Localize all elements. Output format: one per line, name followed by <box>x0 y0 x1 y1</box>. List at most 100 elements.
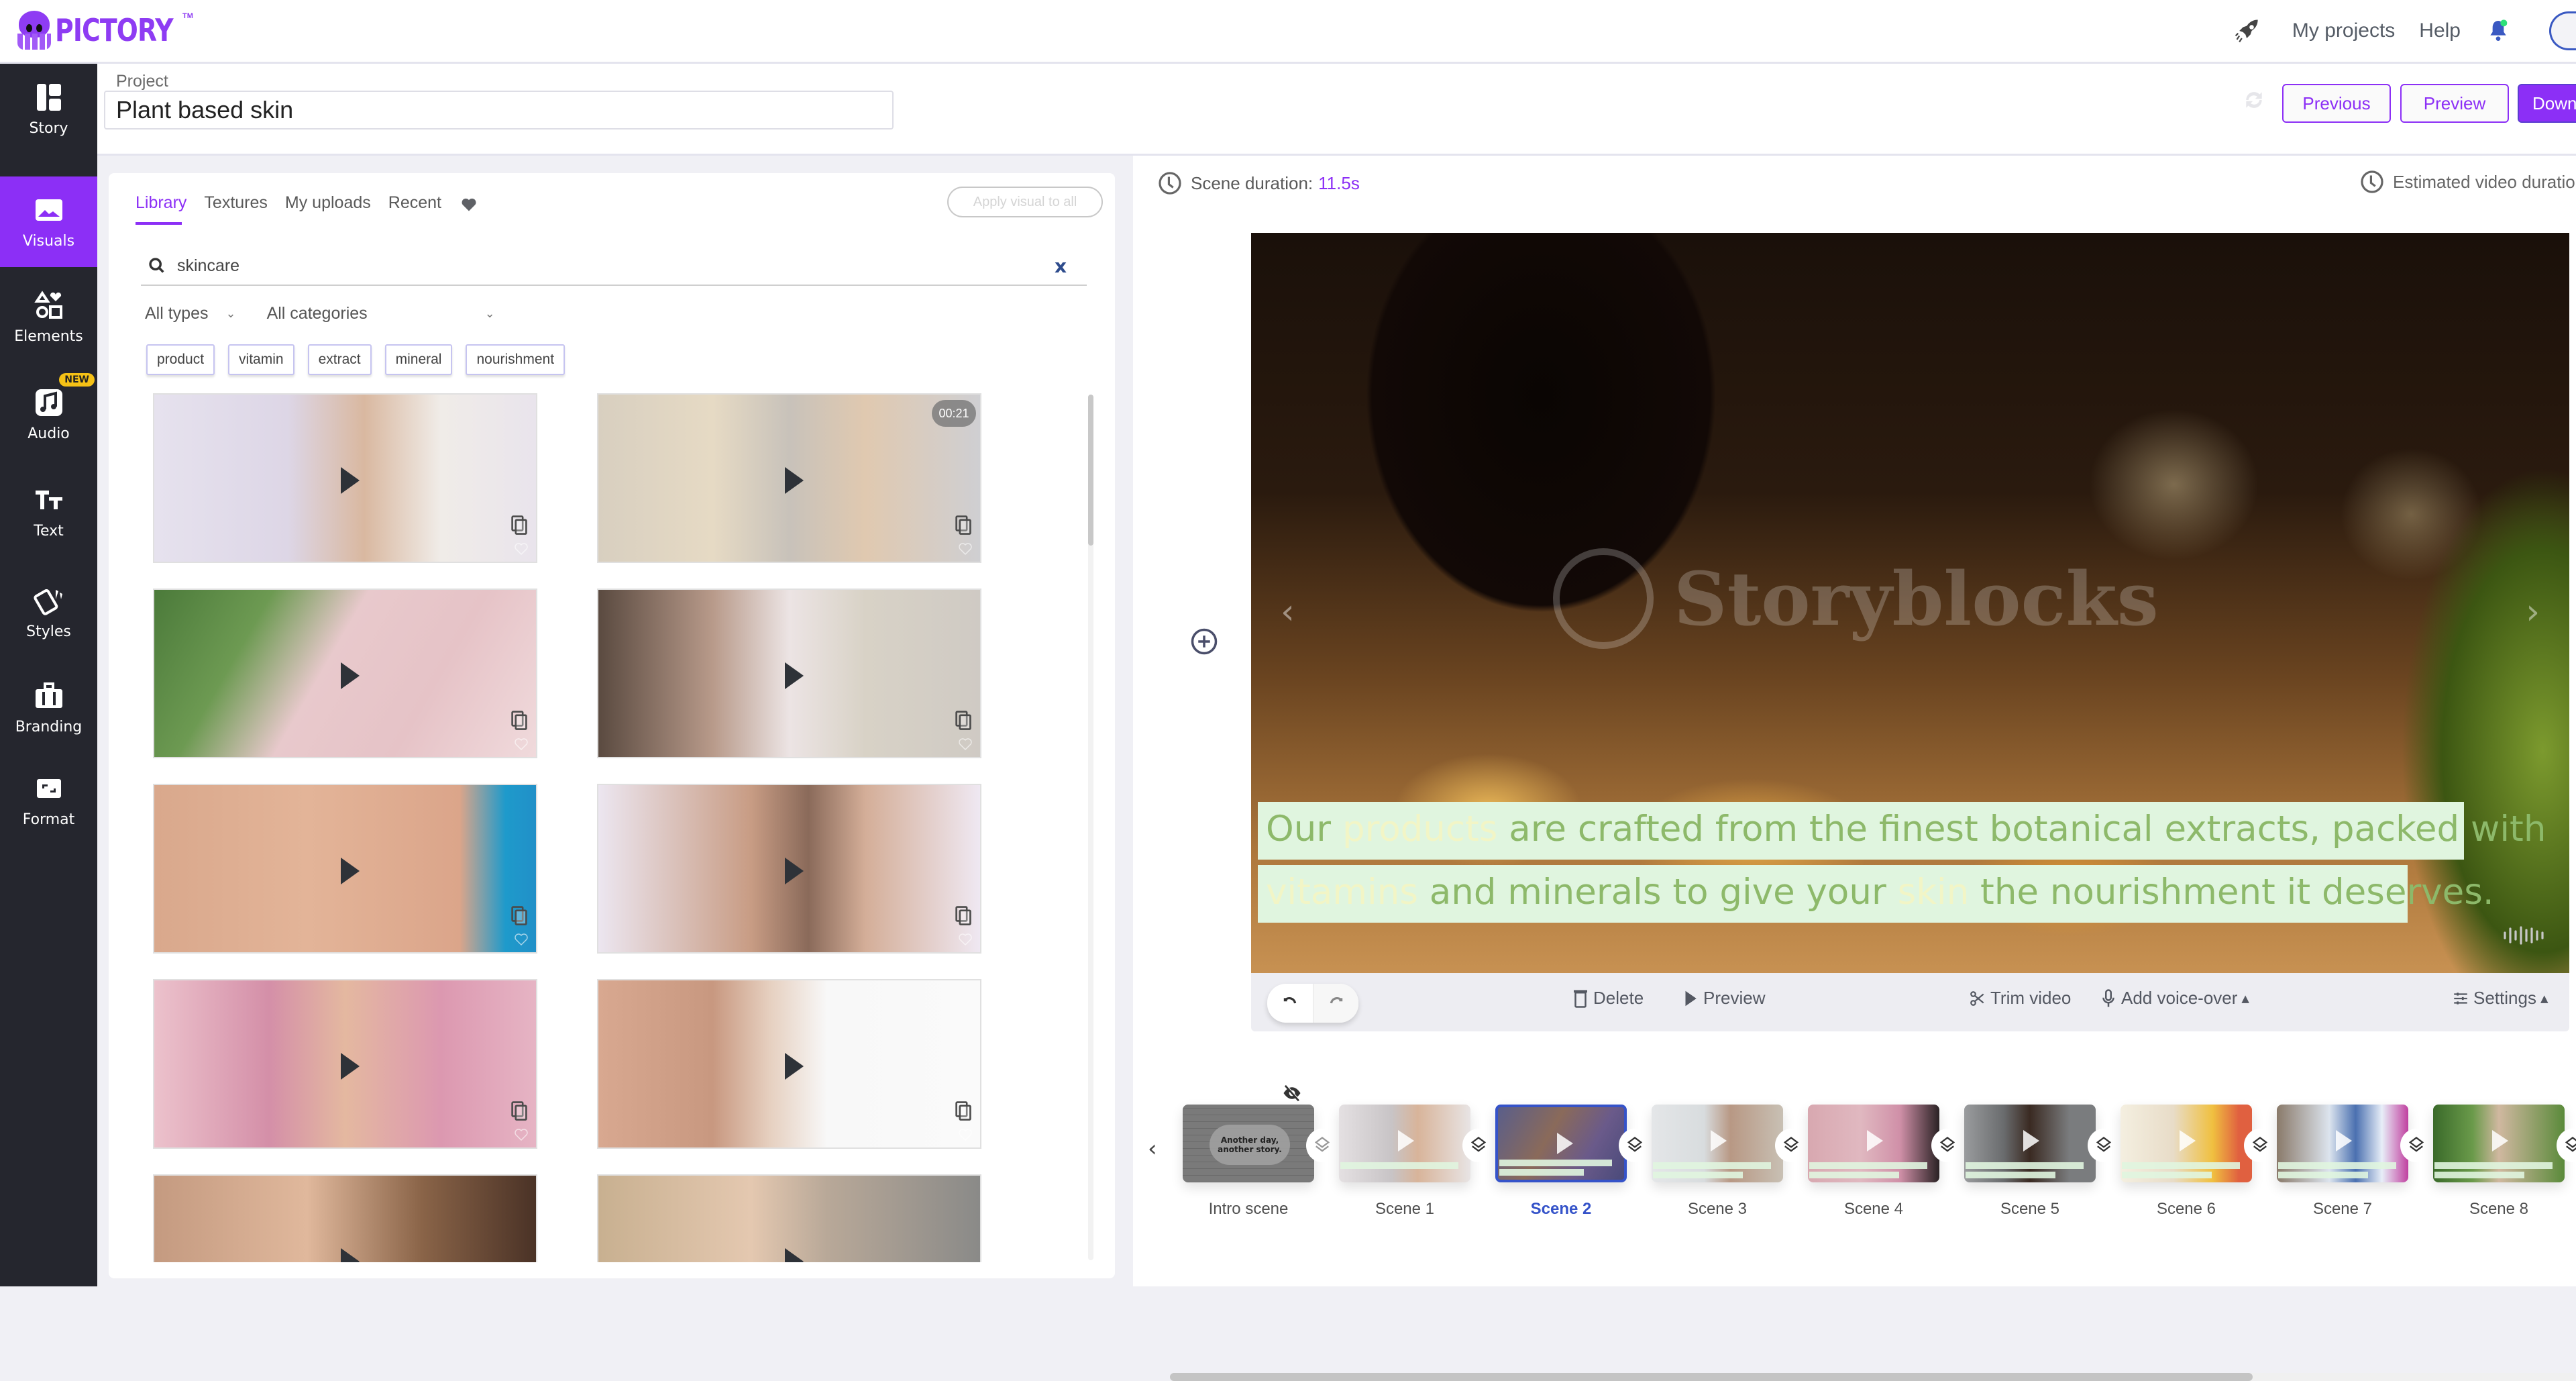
tab-recent[interactable]: Recent <box>388 193 441 225</box>
results-scrollbar[interactable] <box>1088 395 1093 1260</box>
download-button[interactable]: Download <box>2518 84 2576 123</box>
scene-settings-button[interactable]: Settings ▲ <box>2452 988 2548 1009</box>
transition-layers-button[interactable] <box>2400 1129 2432 1162</box>
copy-icon[interactable] <box>511 515 528 535</box>
visual-result-thumbnail[interactable] <box>153 589 537 758</box>
transition-layers-button[interactable] <box>1775 1129 1807 1162</box>
visual-result-thumbnail[interactable] <box>597 784 981 954</box>
scene-thumbnail[interactable] <box>1808 1105 1939 1182</box>
undo-button[interactable] <box>1267 984 1313 1023</box>
heart-icon[interactable] <box>513 735 529 752</box>
copy-icon[interactable] <box>955 515 972 535</box>
tag-chip[interactable]: vitamin <box>228 344 294 375</box>
scene-thumbnail[interactable]: Another day, another story. <box>1183 1105 1314 1182</box>
apply-visual-to-all-button[interactable]: Apply visual to all <box>947 187 1103 217</box>
scene-thumbnail[interactable] <box>2277 1105 2408 1182</box>
timeline-scene[interactable]: Scene 3 <box>1652 1105 1783 1219</box>
play-icon[interactable] <box>341 467 360 494</box>
pictory-logo[interactable]: PICTORY TM <box>15 9 199 51</box>
heart-icon[interactable] <box>513 540 529 556</box>
visual-result-thumbnail[interactable] <box>153 393 537 563</box>
copy-icon[interactable] <box>955 710 972 730</box>
scene-thumbnail[interactable] <box>2433 1105 2565 1182</box>
play-icon[interactable] <box>341 1248 360 1262</box>
timeline-scene[interactable]: Another day, another story. Intro scene <box>1183 1105 1314 1219</box>
sidebar-item-styles[interactable]: Styles <box>0 567 97 658</box>
previous-button[interactable]: Previous <box>2282 84 2391 123</box>
timeline-scene[interactable]: Scene 7 <box>2277 1105 2408 1219</box>
play-icon[interactable] <box>785 1248 804 1262</box>
transition-layers-button[interactable] <box>1619 1129 1651 1162</box>
bell-icon[interactable] <box>2485 17 2512 44</box>
timeline-scrollbar[interactable] <box>1170 1373 2576 1381</box>
preview-scene-button[interactable]: Preview <box>1682 988 1765 1009</box>
play-icon[interactable] <box>2492 1130 2508 1152</box>
copy-icon[interactable] <box>511 710 528 730</box>
play-icon[interactable] <box>1557 1133 1573 1154</box>
trim-video-button[interactable]: Trim video <box>1969 988 2071 1009</box>
tab-library[interactable]: Library <box>136 193 186 225</box>
copy-icon[interactable] <box>511 905 528 925</box>
sidebar-item-branding[interactable]: Branding <box>0 662 97 753</box>
visual-result-thumbnail[interactable]: 00:21 <box>597 393 981 563</box>
play-icon[interactable] <box>1867 1130 1883 1152</box>
timeline-scene[interactable]: Scene 8 <box>2433 1105 2565 1219</box>
timeline-scene[interactable]: Scene 6 <box>2121 1105 2252 1219</box>
previous-visual-arrow-icon[interactable]: ‹ <box>1281 592 1295 632</box>
timeline-scene[interactable]: Scene 5 <box>1964 1105 2096 1219</box>
rocket-icon[interactable] <box>2233 16 2263 46</box>
visual-result-thumbnail[interactable] <box>153 979 537 1149</box>
copy-icon[interactable] <box>511 1101 528 1121</box>
scene-caption[interactable]: Our products are crafted from the finest… <box>1258 802 2546 923</box>
heart-icon[interactable] <box>513 1126 529 1142</box>
sidebar-item-format[interactable]: Format <box>0 755 97 846</box>
play-icon[interactable] <box>1711 1130 1727 1152</box>
heart-icon[interactable] <box>957 1126 973 1142</box>
scene-thumbnail[interactable] <box>1964 1105 2096 1182</box>
play-icon[interactable] <box>2180 1130 2196 1152</box>
play-icon[interactable] <box>2023 1130 2039 1152</box>
sidebar-item-story[interactable]: Story <box>0 64 97 154</box>
transition-layers-button[interactable] <box>2244 1129 2276 1162</box>
scene-thumbnail[interactable] <box>1652 1105 1783 1182</box>
tab-my-uploads[interactable]: My uploads <box>285 193 371 225</box>
heart-icon[interactable] <box>513 931 529 947</box>
clear-search-icon[interactable]: x <box>1055 255 1067 277</box>
eye-slash-icon[interactable] <box>1281 1083 1303 1103</box>
play-icon[interactable] <box>785 662 804 689</box>
copy-icon[interactable] <box>955 905 972 925</box>
refresh-icon[interactable] <box>2241 87 2267 113</box>
my-projects-link[interactable]: My projects <box>2292 19 2395 42</box>
heart-icon[interactable] <box>957 735 973 752</box>
play-icon[interactable] <box>341 662 360 689</box>
play-icon[interactable] <box>1398 1130 1414 1152</box>
visual-result-thumbnail[interactable] <box>153 784 537 954</box>
tag-chip[interactable]: product <box>146 344 215 375</box>
tag-chip[interactable]: nourishment <box>466 344 566 375</box>
visual-result-thumbnail[interactable] <box>597 589 981 758</box>
timeline-scrollbar-thumb[interactable] <box>1170 1373 2253 1381</box>
transition-layers-button[interactable] <box>1306 1129 1338 1162</box>
timeline-scene[interactable]: Scene 2 <box>1495 1105 1627 1219</box>
preview-button[interactable]: Preview <box>2400 84 2509 123</box>
scene-thumbnail[interactable] <box>1339 1105 1470 1182</box>
favorites-heart-icon[interactable] <box>459 195 479 213</box>
delete-scene-button[interactable]: Delete <box>1572 988 1644 1009</box>
add-scene-icon[interactable] <box>1190 627 1218 656</box>
play-icon[interactable] <box>341 858 360 884</box>
visual-result-thumbnail[interactable] <box>597 979 981 1149</box>
sidebar-item-audio[interactable]: NEW Audio <box>0 369 97 460</box>
next-visual-arrow-icon[interactable]: › <box>2526 592 2540 632</box>
scene-thumbnail[interactable] <box>2121 1105 2252 1182</box>
copy-icon[interactable] <box>955 1101 972 1121</box>
sidebar-item-visuals[interactable]: Visuals <box>0 176 97 267</box>
sidebar-item-elements[interactable]: Elements <box>0 272 97 362</box>
timeline-scroll-left-icon[interactable]: ‹ <box>1148 1135 1157 1162</box>
tag-chip[interactable]: mineral <box>384 344 453 375</box>
play-icon[interactable] <box>785 467 804 494</box>
category-filter-dropdown[interactable]: All categories ⌄ <box>267 304 495 323</box>
type-filter-dropdown[interactable]: All types ⌄ <box>145 304 267 323</box>
visual-result-thumbnail[interactable] <box>153 1174 537 1262</box>
transition-layers-button[interactable] <box>2088 1129 2120 1162</box>
add-voiceover-button[interactable]: Add voice-over ▲ <box>2100 988 2249 1009</box>
